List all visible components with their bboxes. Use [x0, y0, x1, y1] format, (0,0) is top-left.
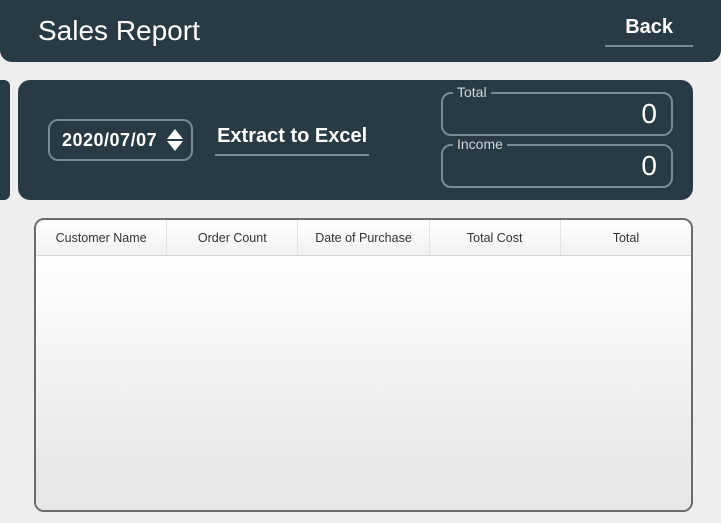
date-value: 2020/07/07 [62, 130, 157, 151]
chevron-down-icon[interactable] [167, 141, 183, 151]
left-edge-tab [0, 80, 10, 200]
sales-grid[interactable]: Customer Name Order Count Date of Purcha… [34, 218, 693, 512]
grid-body [36, 256, 691, 510]
col-total[interactable]: Total [561, 220, 691, 255]
chevron-up-icon[interactable] [167, 129, 183, 139]
filter-panel: 2020/07/07 Extract to Excel Total 0 Inco… [18, 80, 693, 200]
income-box: Income 0 [441, 144, 673, 188]
income-label: Income [453, 136, 507, 152]
col-date-of-purchase[interactable]: Date of Purchase [298, 220, 429, 255]
date-spinner[interactable]: 2020/07/07 [48, 119, 193, 161]
extract-to-excel-button[interactable]: Extract to Excel [215, 125, 369, 156]
total-value: 0 [641, 98, 657, 130]
back-button[interactable]: Back [605, 16, 693, 47]
page-title: Sales Report [38, 15, 200, 47]
total-box: Total 0 [441, 92, 673, 136]
col-customer-name[interactable]: Customer Name [36, 220, 167, 255]
totals-group: Total 0 Income 0 [441, 92, 673, 188]
col-order-count[interactable]: Order Count [167, 220, 298, 255]
col-total-cost[interactable]: Total Cost [430, 220, 561, 255]
header-bar: Sales Report Back [0, 0, 721, 62]
grid-header-row: Customer Name Order Count Date of Purcha… [36, 220, 691, 256]
total-label: Total [453, 84, 491, 100]
income-value: 0 [641, 150, 657, 182]
date-spinner-arrows [167, 129, 183, 151]
